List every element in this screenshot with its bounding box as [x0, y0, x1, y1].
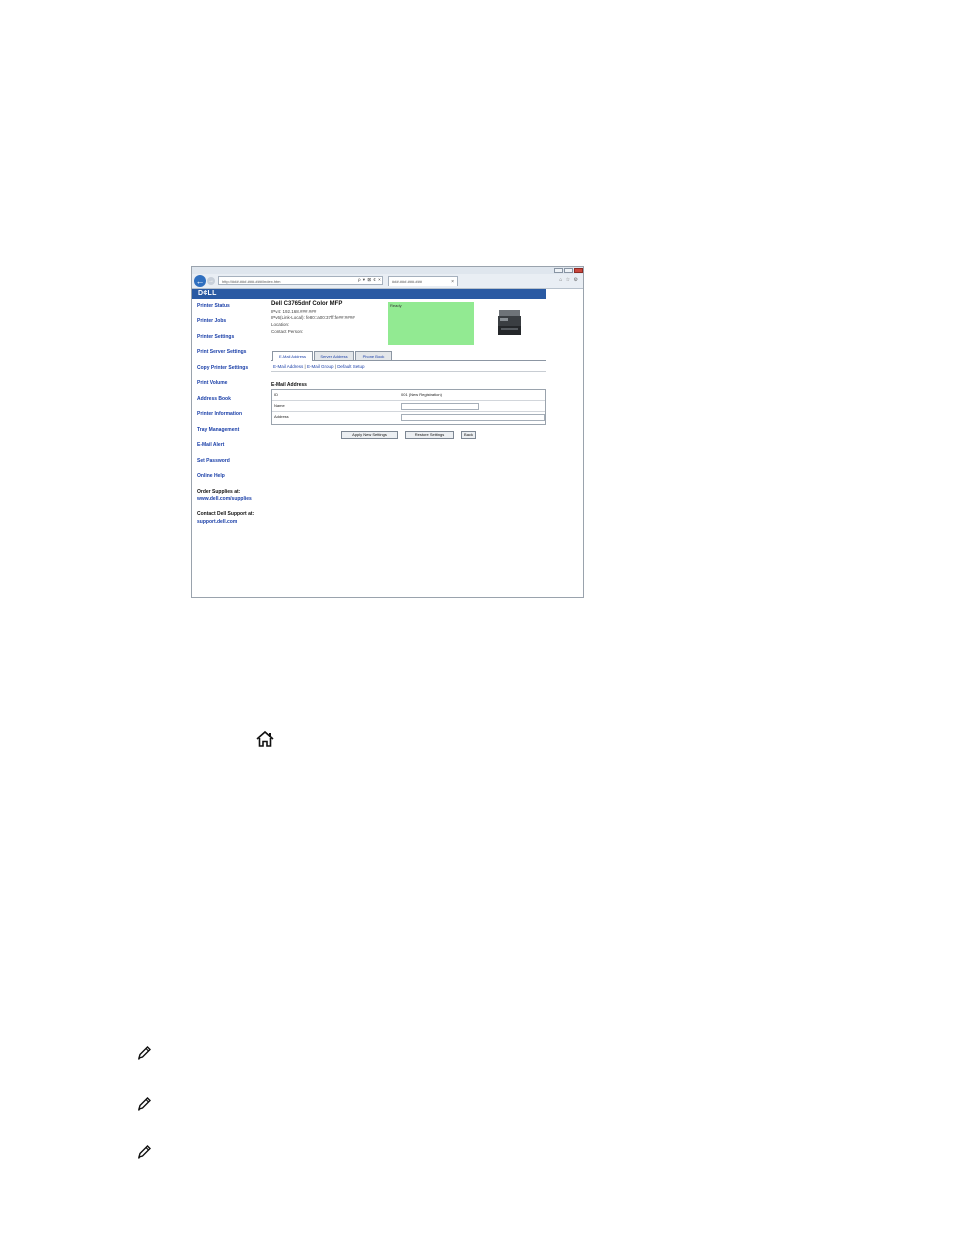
sublink-separator: | — [304, 364, 306, 369]
tab-bar: E-Mail Address Server Address Phone Book — [271, 350, 546, 361]
form-row-id: ID 001 (New Registration) — [272, 390, 545, 401]
divider — [271, 371, 546, 372]
note-icon — [137, 1097, 151, 1111]
sidebar-item-printer-jobs[interactable]: Printer Jobs — [197, 318, 226, 324]
sidebar-item-print-volume[interactable]: Print Volume — [197, 380, 227, 386]
sidebar-item-printer-information[interactable]: Printer Information — [197, 411, 242, 417]
status-text: Ready — [390, 303, 402, 308]
address-label: Address — [274, 414, 289, 419]
dell-header-bar: D¢LL — [192, 289, 546, 299]
sidebar-item-online-help[interactable]: Online Help — [197, 473, 225, 479]
contact-support-label: Contact Dell Support at: — [197, 511, 255, 517]
tab-phone-book[interactable]: Phone Book — [355, 351, 392, 360]
browser-right-icons[interactable]: ⌂ ☆ ⚙ — [559, 277, 579, 283]
apply-new-settings-button[interactable]: Apply New Settings — [341, 431, 398, 439]
contact-support-link[interactable]: support.dell.com — [197, 519, 237, 525]
status-box: Ready — [388, 302, 474, 345]
sidebar-item-printer-settings[interactable]: Printer Settings — [197, 334, 234, 340]
sidebar-item-set-password[interactable]: Set Password — [197, 458, 230, 464]
restore-settings-button[interactable]: Restore Settings — [405, 431, 454, 439]
browser-tab-title: ###.###.###.### — [392, 279, 423, 284]
order-supplies-label: Order Supplies at: — [197, 489, 241, 495]
address-tools-icons[interactable]: ρ ▾ ⊠ ¢ × — [358, 277, 381, 283]
back-button[interactable]: Back — [461, 431, 476, 439]
window-title-bar — [192, 267, 583, 274]
contact-person: Contact Person: — [271, 329, 304, 334]
id-value: 001 (New Registration) — [401, 392, 442, 397]
form-row-address: Address — [272, 412, 545, 423]
tab-server-address[interactable]: Server Address — [314, 351, 354, 360]
email-address-form: ID 001 (New Registration) Name Address — [271, 389, 546, 425]
browser-tab[interactable]: ###.###.###.### × — [388, 276, 458, 286]
forward-arrow-icon[interactable]: → — [207, 277, 215, 285]
location: Location: — [271, 322, 290, 327]
sublink-email-group[interactable]: E-Mail Group — [307, 364, 334, 369]
sidebar-item-email-alert[interactable]: E-Mail Alert — [197, 442, 224, 448]
sub-navigation: E-Mail Address | E-Mail Group | Default … — [273, 364, 364, 369]
ipv6-address: IPv6(Link-Local): fe80::a00:37ff:fe##:##… — [271, 315, 355, 320]
address-row: ← → http://###.###.###.###/index.htm ρ ▾… — [192, 274, 583, 289]
sublink-separator: | — [334, 364, 336, 369]
name-label: Name — [274, 403, 285, 408]
sublink-default-setup[interactable]: Default Setup — [337, 364, 364, 369]
tab-email-address[interactable]: E-Mail Address — [272, 351, 313, 361]
back-arrow-icon[interactable]: ← — [194, 275, 206, 287]
close-icon[interactable] — [574, 268, 583, 273]
device-title: Dell C3765dnf Color MFP — [271, 301, 343, 307]
sidebar-item-address-book[interactable]: Address Book — [197, 396, 231, 402]
sidebar-item-print-server-settings[interactable]: Print Server Settings — [197, 349, 246, 355]
section-title: E-Mail Address — [271, 382, 307, 388]
dell-logo: D¢LL — [198, 290, 217, 297]
name-input[interactable] — [401, 403, 479, 410]
note-icon — [137, 1046, 151, 1060]
sidebar-item-copy-printer-settings[interactable]: Copy Printer Settings — [197, 365, 248, 371]
order-supplies-link[interactable]: www.dell.com/supplies — [197, 496, 252, 502]
address-input[interactable] — [401, 414, 545, 421]
sidebar-item-printer-status[interactable]: Printer Status — [197, 303, 230, 309]
tab-close-icon[interactable]: × — [451, 277, 454, 287]
sidebar-item-tray-management[interactable]: Tray Management — [197, 427, 239, 433]
id-label: ID — [274, 392, 278, 397]
home-icon — [256, 730, 274, 747]
printer-icon — [498, 310, 521, 335]
form-row-name: Name — [272, 401, 545, 412]
browser-screenshot: ← → http://###.###.###.###/index.htm ρ ▾… — [191, 266, 584, 598]
maximize-icon[interactable] — [564, 268, 573, 273]
sublink-email-address[interactable]: E-Mail Address — [273, 364, 303, 369]
note-icon — [137, 1145, 151, 1159]
minimize-icon[interactable] — [554, 268, 563, 273]
